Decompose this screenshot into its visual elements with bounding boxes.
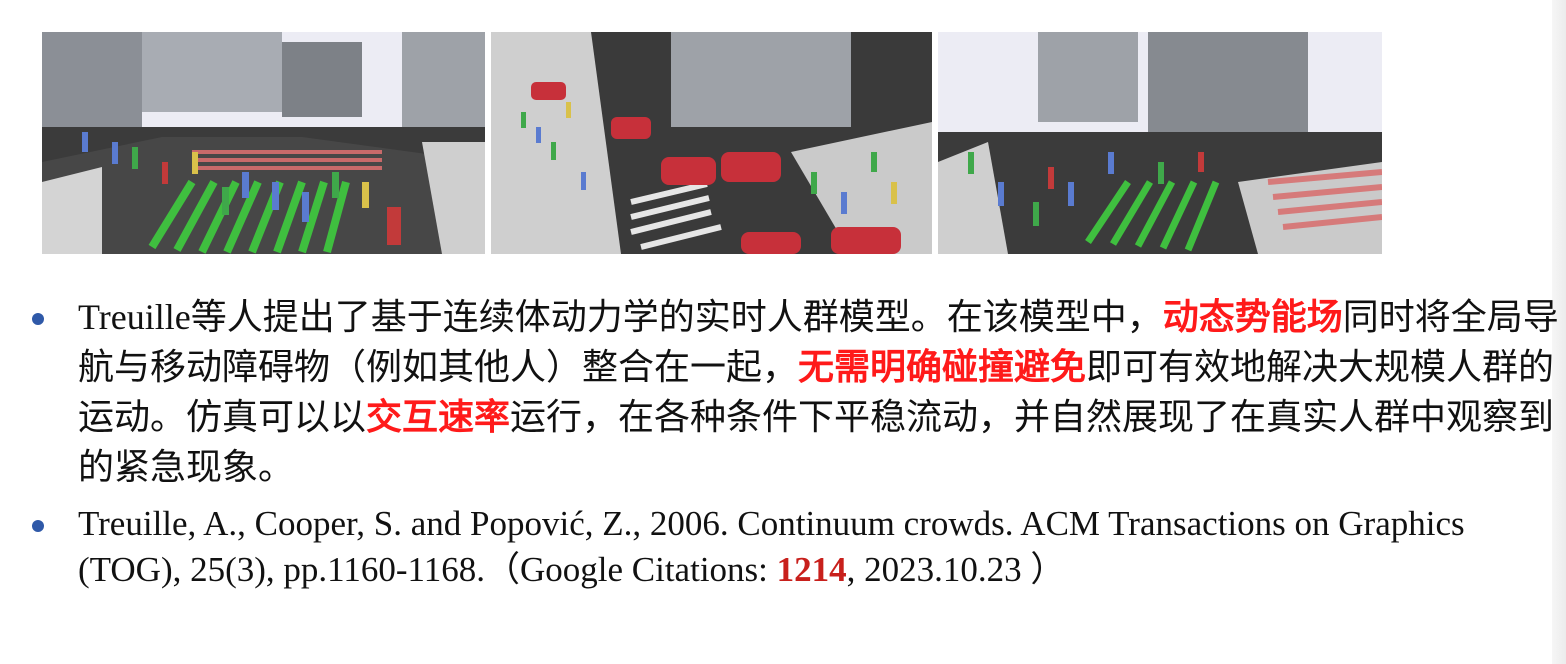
crowd-scene-right: [938, 32, 1382, 254]
highlight-interactive-rate: 交互速率: [366, 397, 511, 438]
reference-text: Treuille, A., Cooper, S. and Popović, Z.…: [78, 504, 1465, 589]
description-text-1: 等人提出了基于连续体动力学的实时人群模型。在该模型中，: [190, 297, 1163, 338]
author-name: Treuille: [78, 297, 191, 337]
bullet-description: Treuille等人提出了基于连续体动力学的实时人群模型。在该模型中，动态势能场…: [30, 292, 1560, 493]
bullet-dot: [32, 313, 44, 325]
citation-count: 1214: [776, 550, 847, 589]
crowd-scene-middle: [491, 32, 932, 254]
crowd-simulation-figure: [42, 32, 1382, 254]
bullet-dot: [32, 520, 44, 532]
highlight-potential-field: 动态势能场: [1162, 297, 1343, 338]
bullet-reference: Treuille, A., Cooper, S. and Popović, Z.…: [30, 501, 1560, 593]
bullet-list: Treuille等人提出了基于连续体动力学的实时人群模型。在该模型中，动态势能场…: [30, 292, 1560, 593]
crowd-scene-left: [42, 32, 485, 254]
reference-date: , 2023.10.23 ）: [846, 550, 1066, 589]
highlight-no-collision-avoidance: 无需明确碰撞避免: [798, 347, 1087, 388]
